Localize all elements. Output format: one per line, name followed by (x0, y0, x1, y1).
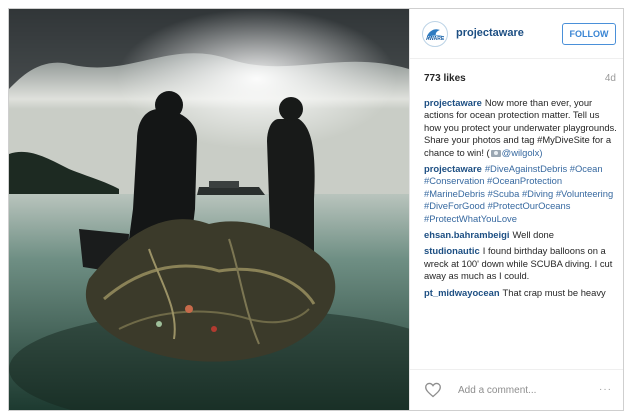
comment-item: pt_midwayocean That crap must be heavy (424, 287, 618, 299)
avatar[interactable]: AWARE (422, 21, 448, 47)
comment-text: Well done (512, 229, 554, 241)
follow-button[interactable]: FOLLOW (562, 23, 616, 45)
comment-item: ehsan.bahrambeigi Well done (424, 229, 618, 241)
post-stats: 773 likes 4d (424, 71, 616, 89)
post-age[interactable]: 4d (605, 73, 616, 84)
comments-list: projectaware Now more than ever, your act… (424, 97, 618, 303)
wave-icon (427, 29, 445, 39)
avatar-logo-text: AWARE (425, 36, 445, 42)
post-username[interactable]: projectaware (456, 27, 524, 39)
comment-item: studionautic I found birthday balloons on… (424, 245, 618, 282)
more-options-icon[interactable]: ··· (599, 384, 612, 395)
comment-username[interactable]: pt_midwayocean (424, 287, 500, 298)
caption-username[interactable]: projectaware (424, 97, 482, 108)
post-card: AWARE projectaware FOLLOW 773 likes 4d p… (8, 8, 624, 411)
camera-icon (490, 149, 501, 157)
heart-icon[interactable] (424, 382, 442, 398)
post-footer: Add a comment... ··· (410, 369, 623, 410)
comment-username[interactable]: ehsan.bahrambeigi (424, 229, 509, 240)
comment-username[interactable]: studionautic (424, 245, 480, 256)
likes-count[interactable]: 773 likes (424, 73, 466, 84)
add-comment-input[interactable]: Add a comment... (458, 385, 536, 396)
caption: projectaware Now more than ever, your act… (424, 97, 618, 159)
post-header: AWARE projectaware FOLLOW (410, 9, 623, 59)
post-photo[interactable] (9, 9, 409, 410)
comment-username[interactable]: projectaware (424, 163, 482, 174)
post-side-panel: AWARE projectaware FOLLOW 773 likes 4d p… (409, 9, 623, 410)
comment-text: That crap must be heavy (502, 286, 606, 298)
caption-credit[interactable]: @wilgolx) (502, 147, 543, 158)
comment-item: projectaware #DiveAgainstDebris #Ocean #C… (424, 163, 618, 225)
